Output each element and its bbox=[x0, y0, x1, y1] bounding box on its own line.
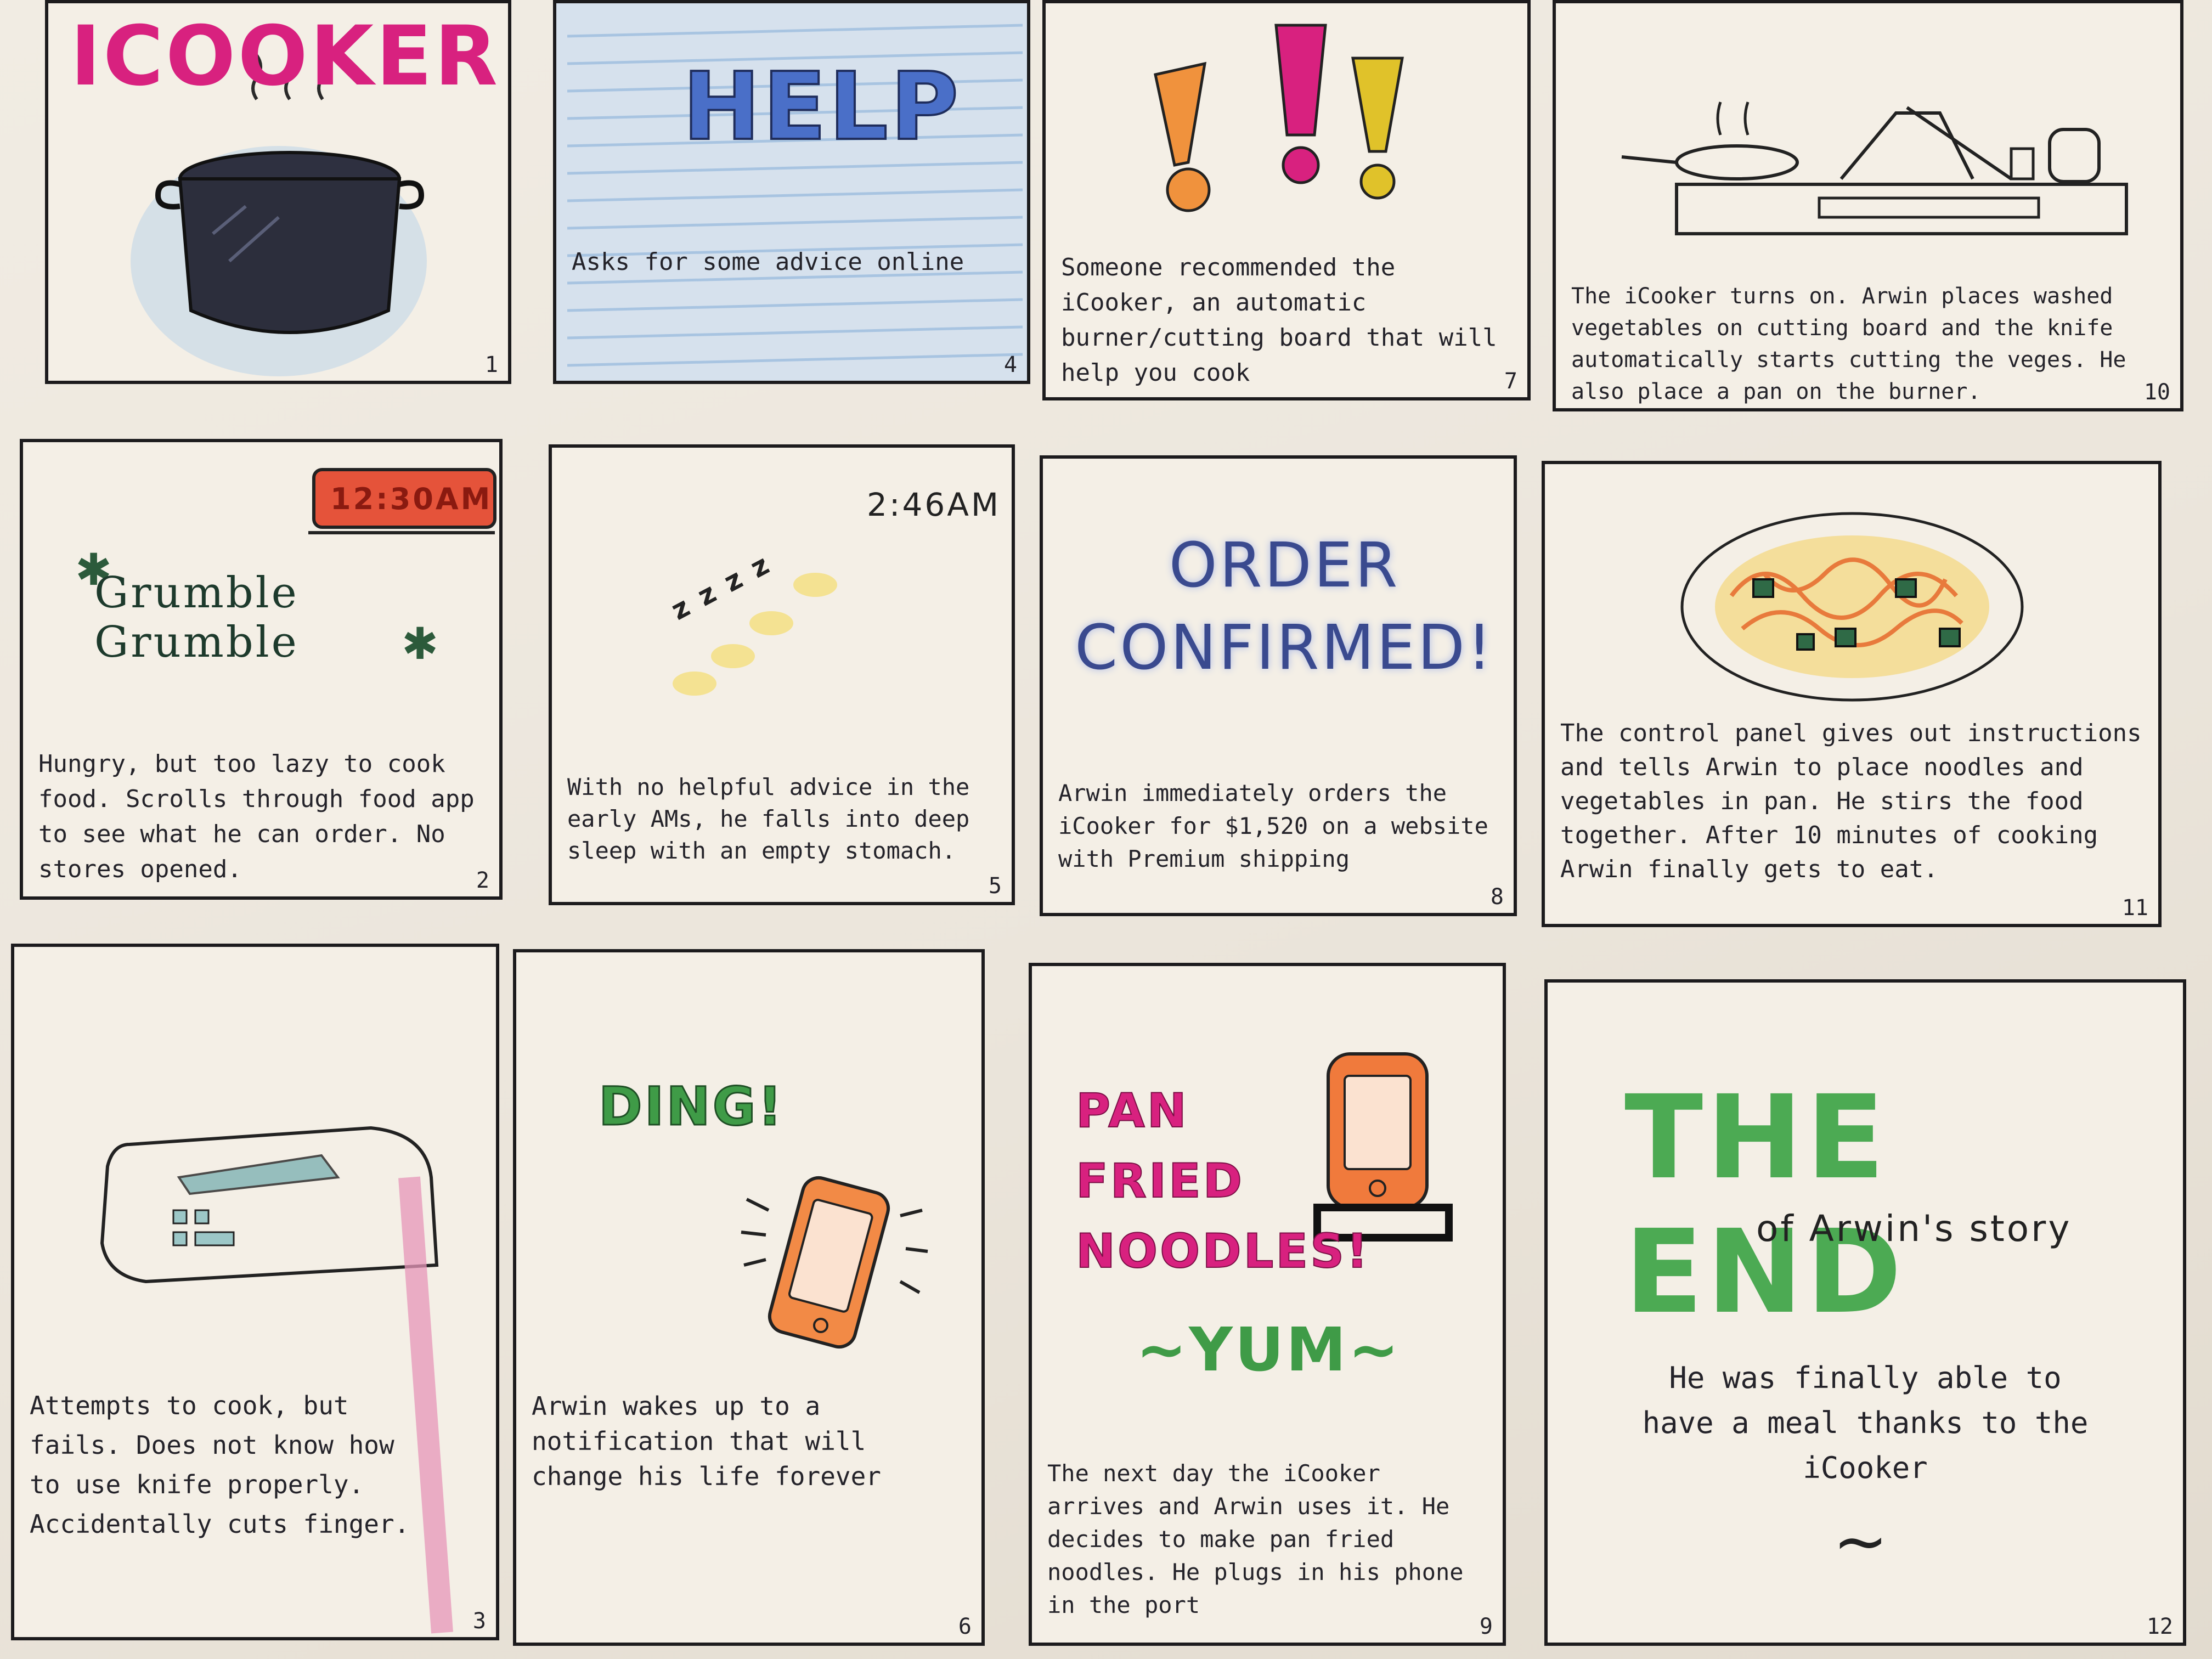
panel-5: 2:46AM z z z z With no helpful advice in… bbox=[549, 444, 1015, 905]
panel-9: PAN FRIED NOODLES! ~YUM~ The next day th… bbox=[1029, 963, 1506, 1646]
panel-8-number: 8 bbox=[1490, 884, 1504, 910]
panel-3-number: 3 bbox=[472, 1609, 486, 1634]
panel-5-clock: 2:46AM bbox=[867, 486, 1001, 523]
panel-12-signature: ~ bbox=[1833, 1504, 1891, 1580]
panel-10-number: 10 bbox=[2143, 380, 2170, 405]
panel-6-number: 6 bbox=[958, 1614, 972, 1639]
panel-6-title: DING! bbox=[597, 1075, 785, 1138]
panel-1-title: ICOOKER bbox=[70, 9, 500, 104]
panel-7-caption: Someone recommended the iCooker, an auto… bbox=[1061, 253, 1497, 387]
panel-5-number: 5 bbox=[988, 873, 1002, 899]
panel-9-caption: The next day the iCooker arrives and Arw… bbox=[1047, 1460, 1464, 1618]
panel-12-caption: He was finally able to have a meal thank… bbox=[1642, 1361, 2089, 1485]
panel-6: DING! Arwin wakes up to a notification t… bbox=[513, 949, 985, 1646]
panel-1-number: 1 bbox=[484, 352, 498, 377]
panel-1: ICOOKER 1 bbox=[45, 0, 511, 384]
panel-2-clock: 12:30AM bbox=[330, 482, 493, 516]
panel-6-caption: Arwin wakes up to a notification that wi… bbox=[532, 1391, 881, 1491]
panel-3: Attempts to cook, but fails. Does not kn… bbox=[11, 944, 499, 1640]
panel-8: ORDER CONFIRMED! Arwin immediately order… bbox=[1040, 455, 1517, 916]
panel-11-number: 11 bbox=[2121, 895, 2148, 921]
storyboard-page: ICOOKER 1 HELP Asks for some advice onli… bbox=[0, 0, 2212, 1659]
panel-5-caption: With no helpful advice in the early AMs,… bbox=[567, 774, 970, 864]
panel-8-title: ORDER CONFIRMED! bbox=[1075, 530, 1494, 684]
panel-2-number: 2 bbox=[476, 868, 489, 893]
panel-4-caption: Asks for some advice online bbox=[572, 248, 964, 276]
panel-10-caption: The iCooker turns on. Arwin places washe… bbox=[1571, 284, 2126, 404]
panel-12-subtitle: of Arwin's story bbox=[1756, 1207, 2072, 1250]
panel-9-number: 9 bbox=[1479, 1614, 1493, 1639]
panel-11: The control panel gives out instructions… bbox=[1542, 461, 2162, 927]
panel-8-caption: Arwin immediately orders the iCooker for… bbox=[1058, 780, 1488, 872]
panel-4: HELP Asks for some advice online 4 bbox=[553, 0, 1030, 384]
panel-12-number: 12 bbox=[2146, 1614, 2173, 1639]
panel-7-number: 7 bbox=[1504, 369, 1517, 394]
panel-7: Someone recommended the iCooker, an auto… bbox=[1042, 0, 1531, 400]
panel-3-caption: Attempts to cook, but fails. Does not kn… bbox=[30, 1391, 410, 1539]
panel-2-title: Grumble Grumble bbox=[94, 568, 299, 667]
panel-2: ✱ ✱ 12:30AM Grumble Grumble Hungry, but … bbox=[20, 439, 503, 900]
panel-12: THE END of Arwin's story He was finally … bbox=[1544, 979, 2186, 1646]
panel-9-title: PAN FRIED NOODLES! bbox=[1075, 1083, 1370, 1279]
phone-notification-illustration bbox=[741, 1176, 928, 1349]
panel-10: The iCooker turns on. Arwin places washe… bbox=[1553, 0, 2183, 411]
panel-2-caption: Hungry, but too lazy to cook food. Scrol… bbox=[38, 750, 475, 883]
panel-9-subtitle: ~YUM~ bbox=[1136, 1314, 1401, 1385]
panel-4-title: HELP bbox=[681, 52, 961, 162]
panel-12-title: THE END bbox=[1624, 1070, 1905, 1339]
panel-11-caption: The control panel gives out instructions… bbox=[1560, 719, 2142, 883]
panel-4-number: 4 bbox=[1003, 352, 1017, 377]
